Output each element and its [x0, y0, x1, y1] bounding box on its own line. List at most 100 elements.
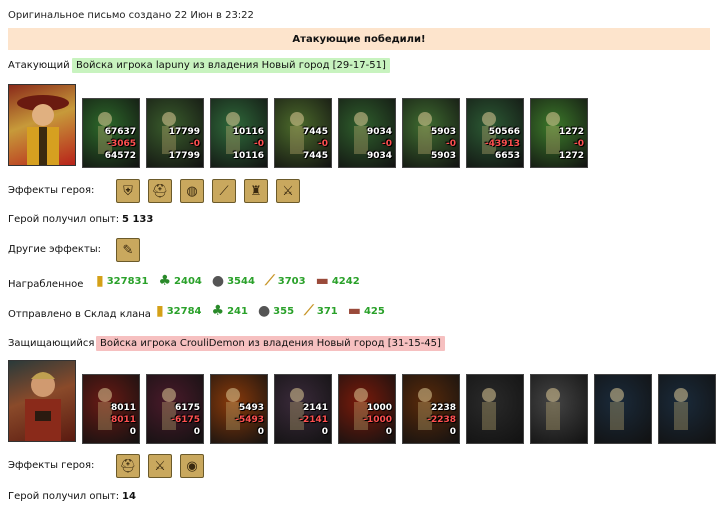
amulet-icon[interactable]: ◉: [180, 454, 204, 478]
loot-label: Награбленное: [8, 279, 84, 290]
unit-count-a: 2238: [430, 403, 456, 413]
other-effects: ✎: [116, 238, 140, 262]
unit-count-c: 0: [257, 427, 264, 437]
unit-count-c: 10116: [232, 151, 264, 161]
unit-card[interactable]: 1000 -1000 0: [338, 374, 396, 444]
unit-card[interactable]: [530, 374, 588, 444]
defender-hero-portrait[interactable]: [8, 360, 76, 442]
unit-card[interactable]: 8011 8011 0: [82, 374, 140, 444]
unit-card[interactable]: 6175 -6175 0: [146, 374, 204, 444]
unit-card[interactable]: 7445 -0 7445: [274, 98, 332, 168]
clan-label: Отправлено в Склад клана: [8, 309, 151, 320]
defender-tag[interactable]: Войска игрока CrouliDemon из владения Но…: [96, 336, 445, 351]
created-line: Оригинальное письмо создано 22 Июн в 23:…: [8, 10, 254, 21]
bag-icon[interactable]: ◍: [180, 179, 204, 203]
unit-card[interactable]: 17799 -0 17799: [146, 98, 204, 168]
attacker-exp-label: Герой получил опыт:: [8, 214, 120, 225]
resource-value: 371: [316, 305, 338, 317]
sword-icon[interactable]: ⚔: [148, 454, 172, 478]
defender-effects: ⛑ ⚔ ◉: [116, 454, 204, 478]
unit-count-c: 6653: [494, 151, 520, 161]
unit-count-a: 5493: [238, 403, 264, 413]
loot-resources: ▮ 327831 ♣ 2404 ● 3544 ⟋ 3703 ▬ 4242: [96, 273, 370, 289]
resource-value: 355: [273, 305, 295, 317]
resource-item: ● 355: [258, 303, 294, 319]
wand-icon[interactable]: ⟋: [212, 179, 236, 203]
unit-count-b: -6175: [171, 415, 200, 425]
resource-value: 2404: [174, 275, 202, 287]
gold-icon: ▮: [156, 303, 164, 319]
unit-count-b: -0: [254, 139, 264, 149]
defender-label: Защищающийся: [8, 338, 95, 349]
unit-count-c: 0: [129, 427, 136, 437]
unit-card[interactable]: 9034 -0 9034: [338, 98, 396, 168]
unit-count-a: 2141: [302, 403, 328, 413]
unit-count-a: 50566: [488, 127, 520, 137]
unit-count-a: 17799: [168, 127, 200, 137]
unit-count-c: 0: [193, 427, 200, 437]
unit-card[interactable]: 5903 -0 5903: [402, 98, 460, 168]
sword-icon[interactable]: ⚔: [276, 179, 300, 203]
stone-icon: ▬: [347, 303, 361, 319]
unit-card[interactable]: 50566 -43913 6653: [466, 98, 524, 168]
unit-count-c: 5903: [430, 151, 456, 161]
unit-figure-icon: [610, 388, 624, 430]
unit-count-c: 0: [385, 427, 392, 437]
scroll-icon[interactable]: ✎: [116, 238, 140, 262]
ore-icon: ●: [211, 273, 225, 289]
unit-card[interactable]: [594, 374, 652, 444]
resource-item: ▮ 327831: [96, 273, 148, 289]
resource-item: ♣ 241: [212, 303, 248, 319]
result-banner: Атакующие победили!: [8, 28, 710, 50]
attacker-units: 67637 -3065 64572 17799 -0 17799 10116 -0 10116 7…: [82, 98, 588, 168]
unit-card[interactable]: 10116 -0 10116: [210, 98, 268, 168]
unit-count-b: -0: [318, 139, 328, 149]
attacker-effects: ⛨ ⛑ ◍ ⟋ ♜ ⚔: [116, 179, 300, 203]
unit-count-b: -0: [446, 139, 456, 149]
unit-card[interactable]: [466, 374, 524, 444]
unit-card[interactable]: 2238 -2238 0: [402, 374, 460, 444]
resource-item: ⟋ 3703: [265, 273, 306, 289]
defender-effects-label: Эффекты героя:: [8, 460, 95, 471]
resource-value: 425: [363, 305, 385, 317]
other-effects-label: Другие эффекты:: [8, 244, 102, 255]
resource-value: 4242: [331, 275, 360, 287]
unit-count-a: 67637: [104, 127, 136, 137]
attacker-effects-label: Эффекты героя:: [8, 185, 95, 196]
unit-count-b: -5493: [235, 415, 264, 425]
unit-count-c: 1272: [558, 151, 584, 161]
resource-value: 327831: [106, 275, 149, 287]
unit-count-b: -1000: [363, 415, 392, 425]
resource-value: 3703: [277, 275, 306, 287]
unit-count-c: 0: [321, 427, 328, 437]
unit-count-b: -0: [190, 139, 200, 149]
unit-card[interactable]: 2141 -2141 0: [274, 374, 332, 444]
shield-icon[interactable]: ⛨: [116, 179, 140, 203]
unit-card[interactable]: 5493 -5493 0: [210, 374, 268, 444]
grain-icon: ⟋: [304, 303, 314, 319]
wood-icon: ♣: [211, 303, 225, 319]
ore-icon: ●: [257, 303, 271, 319]
hero-figure-icon: [25, 372, 61, 441]
defender-units: 8011 8011 0 6175 -6175 0 5493 -5493 0 2141 -2141 0 1…: [82, 374, 716, 444]
unit-card[interactable]: 1272 -0 1272: [530, 98, 588, 168]
wood-icon: ♣: [158, 273, 172, 289]
attacker-hero-portrait[interactable]: [8, 84, 76, 166]
unit-count-c: 64572: [104, 151, 136, 161]
unit-card[interactable]: 67637 -3065 64572: [82, 98, 140, 168]
unit-count-a: 6175: [174, 403, 200, 413]
unit-figure-icon: [546, 388, 560, 430]
attacker-tag[interactable]: Войска игрока lapuny из владения Новый г…: [72, 58, 390, 73]
grain-icon: ⟋: [264, 273, 275, 289]
unit-card[interactable]: [658, 374, 716, 444]
resource-item: ⟋ 371: [304, 303, 338, 319]
hero-figure-icon: [17, 95, 69, 165]
unit-count-b: 8011: [110, 415, 136, 425]
helmet-icon[interactable]: ⛑: [148, 179, 172, 203]
resource-item: ▬ 425: [348, 303, 385, 319]
unit-count-b: -2141: [299, 415, 328, 425]
gold-icon: ▮: [96, 273, 104, 289]
helmet-icon[interactable]: ⛑: [116, 454, 140, 478]
unit-count-a: 7445: [302, 127, 328, 137]
fortress-icon[interactable]: ♜: [244, 179, 268, 203]
